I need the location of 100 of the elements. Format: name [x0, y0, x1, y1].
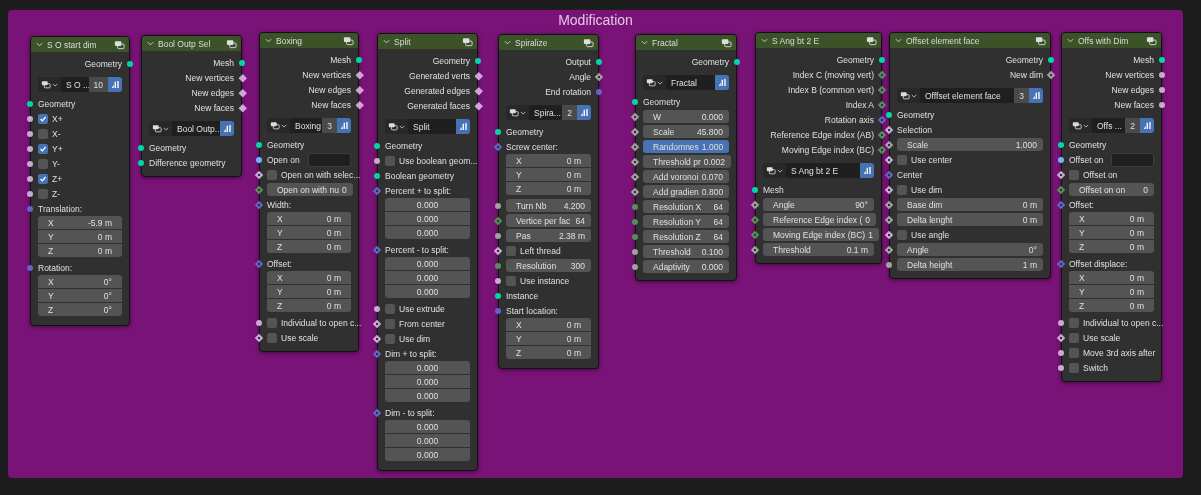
checkbox[interactable] [38, 113, 48, 124]
input-socket[interactable] [495, 277, 501, 284]
number-field[interactable]: Z 0 m [267, 240, 351, 253]
input-socket[interactable] [1058, 141, 1064, 148]
input-socket[interactable] [27, 190, 33, 197]
user-count[interactable]: 2 [1125, 118, 1140, 133]
number-field[interactable]: Z 0 m [38, 244, 122, 257]
number-field[interactable]: 0.000 [385, 257, 470, 270]
input-socket[interactable] [372, 245, 382, 254]
number-field[interactable]: Y 0 m [506, 332, 591, 345]
output-socket[interactable] [1159, 56, 1165, 63]
chevron-icon[interactable] [265, 37, 272, 44]
number-field[interactable]: Z 0 m [1069, 299, 1154, 312]
input-socket[interactable] [374, 172, 380, 179]
input-socket[interactable] [632, 263, 638, 270]
input-socket[interactable] [372, 186, 382, 195]
checkbox[interactable] [1069, 332, 1079, 343]
node-header[interactable]: S O start dim [31, 37, 129, 52]
checkbox[interactable] [38, 143, 48, 154]
output-socket[interactable] [879, 56, 885, 63]
node-header[interactable]: Fractal [636, 35, 736, 50]
input-socket[interactable] [138, 144, 144, 151]
input-socket[interactable] [372, 408, 382, 417]
user-count[interactable]: 10 [88, 77, 108, 92]
output-socket[interactable] [1046, 70, 1056, 79]
input-socket[interactable] [750, 200, 760, 209]
input-socket[interactable] [27, 115, 33, 122]
output-socket[interactable] [127, 60, 133, 67]
number-field[interactable]: Y 0 m [267, 285, 351, 298]
input-socket[interactable] [254, 170, 264, 179]
output-socket[interactable] [594, 72, 604, 81]
number-field[interactable]: Delta height 1 m [897, 258, 1043, 271]
group-dropdown[interactable] [385, 119, 408, 134]
fake-user-button[interactable] [337, 118, 351, 133]
user-count[interactable]: 3 [1014, 88, 1029, 103]
number-field[interactable]: Delta lenght 0 m [897, 213, 1043, 226]
input-socket[interactable] [884, 185, 894, 194]
output-socket[interactable] [877, 100, 887, 109]
group-dropdown[interactable] [897, 88, 920, 103]
output-socket[interactable] [238, 103, 247, 112]
input-socket[interactable] [27, 205, 33, 212]
fake-user-button[interactable] [860, 163, 874, 178]
group-dropdown[interactable] [149, 121, 172, 136]
input-socket[interactable] [630, 112, 640, 121]
output-socket[interactable] [238, 73, 247, 82]
node-header[interactable]: Spiralize [499, 35, 598, 50]
checkbox[interactable] [897, 184, 907, 195]
fake-user-button[interactable] [456, 119, 470, 134]
input-socket[interactable] [886, 261, 892, 268]
input-socket[interactable] [493, 246, 503, 255]
input-socket[interactable] [1058, 349, 1064, 356]
number-field[interactable]: 0.000 [385, 361, 470, 374]
number-field[interactable]: X 0 m [267, 271, 351, 284]
number-field[interactable]: Angle 0° [897, 243, 1043, 256]
checkbox[interactable] [385, 303, 395, 314]
number-field[interactable]: Y 0 m [1069, 285, 1154, 298]
group-name-field[interactable]: S Ang bt 2 E [786, 163, 860, 178]
chevron-icon[interactable] [504, 39, 511, 46]
input-socket[interactable] [750, 245, 760, 254]
input-socket[interactable] [1056, 185, 1066, 194]
group-dropdown[interactable] [267, 118, 290, 133]
node-header[interactable]: Boxing [260, 33, 358, 48]
group-name-field[interactable]: Fractal [666, 75, 715, 90]
number-field[interactable]: 0.000 [385, 271, 470, 284]
checkbox[interactable] [385, 333, 395, 344]
number-field[interactable]: Z 0 m [506, 182, 591, 195]
number-field[interactable]: Scale 45.800 [643, 125, 729, 138]
input-socket[interactable] [254, 185, 264, 194]
checkbox[interactable] [38, 173, 48, 184]
output-socket[interactable] [474, 101, 483, 110]
number-field[interactable]: 0.000 [385, 434, 470, 447]
number-field[interactable]: Y 0° [38, 289, 122, 302]
group-name-field[interactable]: S O ... [61, 77, 89, 92]
input-socket[interactable] [884, 230, 894, 239]
node-header[interactable]: Offs with Dim [1062, 33, 1161, 48]
number-field[interactable]: 0.000 [385, 375, 470, 388]
output-socket[interactable] [239, 59, 245, 66]
input-socket[interactable] [884, 155, 894, 164]
number-field[interactable]: Randomnes 1.000 [643, 140, 730, 153]
input-socket[interactable] [495, 262, 501, 269]
fake-user-button[interactable] [577, 105, 591, 120]
input-socket[interactable] [884, 170, 894, 179]
input-socket[interactable] [886, 111, 892, 118]
chevron-icon[interactable] [761, 37, 768, 44]
input-socket[interactable] [632, 203, 638, 210]
number-field[interactable]: Y 0 m [267, 226, 351, 239]
number-field[interactable]: Resolution X 64 [643, 200, 729, 213]
input-socket[interactable] [630, 142, 640, 151]
input-socket[interactable] [256, 156, 262, 163]
number-field[interactable]: X 0° [38, 275, 122, 288]
number-field[interactable]: X 0 m [1069, 212, 1154, 225]
number-field[interactable]: X -5.9 m [38, 216, 122, 229]
number-field[interactable]: Z 0 m [267, 299, 351, 312]
group-dropdown[interactable] [506, 105, 529, 120]
text-input[interactable] [1111, 152, 1154, 167]
input-socket[interactable] [884, 140, 894, 149]
chevron-icon[interactable] [36, 41, 43, 48]
input-socket[interactable] [27, 130, 33, 137]
chevron-icon[interactable] [147, 40, 154, 47]
text-input[interactable] [307, 152, 351, 167]
